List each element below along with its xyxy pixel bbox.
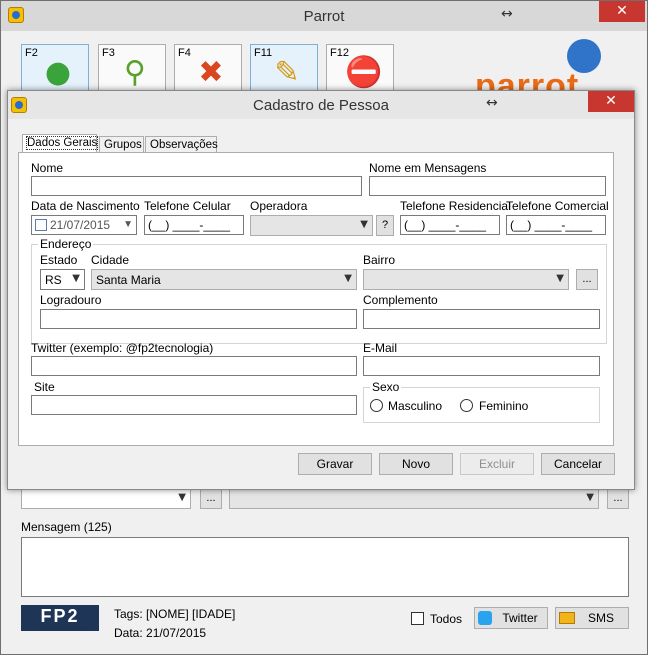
twitter-button[interactable]: Twitter — [474, 607, 548, 629]
bairro-label: Bairro — [363, 253, 396, 267]
f3-search-button[interactable]: F3 ⚲ — [98, 44, 166, 94]
cancelar-button[interactable]: Cancelar — [541, 453, 615, 475]
background-ellipsis-button[interactable]: ... — [200, 488, 222, 509]
feminino-label: Feminino — [479, 399, 529, 413]
novo-button[interactable]: Novo — [379, 453, 453, 475]
mensagem-textarea[interactable] — [21, 537, 629, 597]
f2-label: F2 — [25, 47, 38, 59]
email-input[interactable] — [363, 356, 600, 376]
operadora-help-button[interactable]: ? — [376, 215, 394, 236]
feminino-radio[interactable] — [460, 399, 473, 412]
nascimento-value: 21/07/2015 — [50, 218, 111, 232]
masculino-label: Masculino — [388, 399, 443, 413]
dialog-title: Cadastro de Pessoa — [253, 97, 389, 114]
tags-label: Tags: [NOME] [IDADE] — [114, 607, 236, 621]
f4-remove-button[interactable]: F4 ✖ — [174, 44, 242, 94]
main-title-bar: Parrot ↔ ✕ — [1, 1, 647, 31]
telefone-comercial-label: Telefone Comercial — [506, 199, 609, 213]
chevron-down-icon: ▼ — [123, 219, 133, 230]
telefone-comercial-input[interactable]: (__) ____-____ — [506, 215, 606, 235]
telefone-celular-input[interactable]: (__) ____-____ — [144, 215, 244, 235]
chevron-down-icon: ▼ — [360, 219, 368, 230]
telefone-residencial-label: Telefone Residencial — [400, 199, 511, 213]
sms-button[interactable]: SMS — [555, 607, 629, 629]
telefone-residencial-input[interactable]: (__) ____-____ — [400, 215, 500, 235]
background-ellipsis-button-2[interactable]: ... — [607, 488, 629, 509]
email-label: E-Mail — [363, 341, 398, 355]
complemento-label: Complemento — [363, 293, 438, 307]
cadastro-dialog: Cadastro de Pessoa ↔ ✕ Dados Gerais Grup… — [7, 90, 635, 490]
dialog-title-bar: Cadastro de Pessoa ↔ ✕ — [8, 91, 634, 119]
logradouro-label: Logradouro — [40, 293, 102, 307]
telefone-celular-label: Telefone Celular — [144, 199, 231, 213]
operadora-select[interactable]: ▼ — [250, 215, 373, 236]
dialog-close-button[interactable]: ✕ — [588, 91, 634, 112]
resize-arrow-icon: ↔ — [486, 95, 498, 111]
mensagem-label: Mensagem (125) — [21, 520, 112, 534]
twitter-input[interactable] — [31, 356, 357, 376]
nome-mensagens-input[interactable] — [369, 176, 606, 196]
tab-dados-gerais-label: Dados Gerais — [25, 136, 99, 150]
chevron-down-icon: ▼ — [72, 273, 80, 284]
f12-exit-button[interactable]: F12 ⛔ — [326, 44, 394, 94]
endereco-caption: Endereço — [38, 237, 94, 251]
todos-label: Todos — [430, 612, 463, 626]
sms-button-label: SMS — [587, 611, 614, 625]
f4-label: F4 — [178, 47, 191, 59]
main-close-button[interactable]: ✕ — [599, 1, 645, 22]
nome-input[interactable] — [31, 176, 362, 196]
background-combo-left[interactable]: ▼ — [21, 488, 191, 509]
search-document-icon: ⚲ — [124, 55, 146, 90]
todos-checkbox[interactable] — [411, 612, 424, 625]
add-person-icon: ● — [44, 55, 72, 90]
date-label: Data: 21/07/2015 — [114, 626, 207, 640]
estado-value: RS — [45, 273, 62, 287]
background-combo-right[interactable]: ▼ — [229, 488, 599, 509]
estado-select[interactable]: RS ▼ — [40, 269, 85, 290]
f3-label: F3 — [102, 47, 115, 59]
masculino-radio[interactable] — [370, 399, 383, 412]
remove-search-icon: ✖ — [198, 55, 224, 90]
exit-icon: ⛔ — [345, 55, 383, 90]
twitter-button-label: Twitter — [502, 611, 538, 625]
chevron-down-icon: ▼ — [556, 273, 564, 284]
estado-label: Estado — [40, 253, 78, 267]
tab-dados-gerais[interactable]: Dados Gerais — [22, 134, 99, 154]
bairro-ellipsis-button[interactable]: ... — [576, 269, 598, 290]
nascimento-datepicker[interactable]: 21/07/2015 ▼ — [31, 215, 137, 235]
nome-mensagens-label: Nome em Mensagens — [369, 161, 487, 175]
fp2-logo-sub: TECNOLOGIA — [30, 627, 90, 633]
fp2-logo-text: FP2 — [40, 606, 80, 626]
cidade-select[interactable]: Santa Maria ▼ — [91, 269, 357, 290]
cidade-label: Cidade — [91, 253, 130, 267]
cidade-value: Santa Maria — [96, 273, 161, 287]
gravar-button[interactable]: Gravar — [298, 453, 372, 475]
tools-icon: ✎ — [274, 55, 300, 90]
site-label: Site — [34, 380, 55, 394]
dados-gerais-panel: Nome Nome em Mensagens Data de Nasciment… — [18, 152, 614, 446]
f2-add-person-button[interactable]: F2 ● — [21, 44, 89, 94]
nome-label: Nome — [31, 161, 64, 175]
chevron-down-icon: ▼ — [586, 492, 594, 503]
sexo-caption: Sexo — [370, 380, 402, 394]
twitter-label: Twitter (exemplo: @fp2tecnologia) — [31, 341, 214, 355]
f11-tools-button[interactable]: F11 ✎ — [250, 44, 318, 94]
nascimento-label: Data de Nascimento — [31, 199, 140, 213]
chevron-down-icon: ▼ — [344, 273, 352, 284]
main-window-title: Parrot — [303, 8, 345, 25]
bairro-select[interactable]: ▼ — [363, 269, 569, 290]
envelope-icon — [559, 612, 575, 624]
operadora-label: Operadora — [250, 199, 308, 213]
resize-arrow-icon: ↔ — [501, 6, 513, 22]
site-input[interactable] — [31, 395, 357, 415]
twitter-icon — [478, 611, 492, 625]
nascimento-checkbox[interactable] — [35, 219, 47, 231]
complemento-input[interactable] — [363, 309, 600, 329]
chevron-down-icon: ▼ — [178, 492, 186, 503]
logradouro-input[interactable] — [40, 309, 357, 329]
excluir-button[interactable]: Excluir — [460, 453, 534, 475]
